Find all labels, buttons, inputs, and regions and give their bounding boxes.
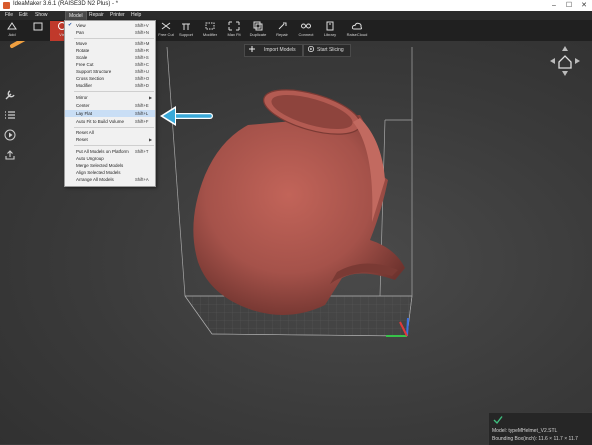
- start-slicing-label: Start Slicing: [317, 47, 344, 53]
- play-icon: [307, 45, 315, 53]
- toolbar-cube-button[interactable]: [26, 21, 50, 41]
- window-title: IdeaMaker 3.6.1 (RAISE3D N2 Plus) - *: [13, 1, 119, 7]
- menu-item-auto-ungroup[interactable]: Auto Ungroup: [65, 155, 155, 162]
- upload-icon[interactable]: [4, 149, 16, 161]
- menu-file[interactable]: File: [5, 12, 13, 18]
- orange-arrow: [10, 41, 26, 48]
- menu-repair[interactable]: Repair: [89, 12, 104, 18]
- menu-item-modifier[interactable]: Modifier Shift+D: [65, 82, 155, 89]
- app-icon: [3, 2, 10, 9]
- free-cut-icon: [161, 22, 171, 30]
- model-status-panel: Model: typeMHelmet_V2.STL Bounding Box(i…: [488, 412, 592, 445]
- menu-item-scale[interactable]: Scale Shift+S: [65, 54, 155, 61]
- menu-item-support-structure[interactable]: Support Structure Shift+U: [65, 68, 155, 75]
- toolbar-repair-button[interactable]: Repair: [270, 21, 294, 41]
- cube-icon: [33, 22, 43, 31]
- play-icon[interactable]: [4, 129, 16, 141]
- repair-icon: [278, 22, 287, 30]
- menu-item-pan[interactable]: Pan Shift+N: [65, 29, 155, 36]
- arrow-up-icon: [562, 46, 568, 51]
- cloud-icon: [351, 22, 363, 30]
- menu-item-align-selected[interactable]: Align Selected Models: [65, 169, 155, 176]
- menu-item-cross-section[interactable]: Cross Section Shift+O: [65, 75, 155, 82]
- duplicate-icon: [253, 21, 263, 31]
- connect-icon: [301, 23, 311, 29]
- menu-separator: [74, 145, 154, 146]
- checkmark-icon: ✔: [68, 22, 73, 28]
- toolbar-duplicate-button[interactable]: Duplicate: [246, 21, 270, 41]
- menu-item-reset[interactable]: Reset ▶: [65, 136, 155, 143]
- menu-item-center[interactable]: Center Shift+E: [65, 102, 155, 109]
- menu-item-merge-selected[interactable]: Merge Selected Models: [65, 162, 155, 169]
- menu-item-view[interactable]: ✔ View Shift+V: [65, 22, 155, 29]
- submenu-arrow-icon: ▶: [149, 137, 153, 142]
- add-model-icon: [7, 22, 17, 30]
- menu-printer[interactable]: Printer: [110, 12, 125, 18]
- toolbar-add-button[interactable]: Add: [0, 21, 24, 41]
- bounding-box: Bounding Box(inch): 11.6 × 11.7 × 11.7: [492, 436, 578, 442]
- checkmark-icon: [493, 416, 503, 425]
- menu-item-reset-all[interactable]: Reset All: [65, 129, 155, 136]
- menu-edit[interactable]: Edit: [19, 12, 28, 18]
- menu-item-mirror[interactable]: Mirror ▶: [65, 94, 155, 101]
- menu-item-lay-flat[interactable]: Lay Flat Shift+L: [65, 110, 155, 117]
- menu-separator: [74, 38, 154, 39]
- model-filename: Model: typeMHelmet_V2.STL: [492, 428, 558, 434]
- blue-arrow: [160, 106, 213, 126]
- toolbar-library-button[interactable]: Library: [318, 21, 342, 41]
- minimize-button[interactable]: –: [546, 0, 562, 11]
- maximize-button[interactable]: ☐: [561, 0, 577, 11]
- menu-item-arrange-all[interactable]: Arrange All Models Shift+A: [65, 176, 155, 183]
- submenu-arrow-icon: ▶: [149, 95, 153, 100]
- arrow-down-icon: [562, 71, 568, 76]
- menu-item-rotate[interactable]: Rotate Shift+R: [65, 47, 155, 54]
- import-models-label: Import Models: [264, 47, 296, 53]
- list-icon[interactable]: [4, 109, 16, 121]
- arrow-left-icon: [550, 58, 555, 64]
- menu-bar: File Edit Show Model Repair Printer Help: [0, 11, 592, 22]
- menu-separator: [74, 127, 154, 128]
- toolbar-raisecloud-button[interactable]: RaiseCloud: [342, 21, 372, 41]
- toolbar-max-fit-button[interactable]: Max Fit: [222, 21, 246, 41]
- close-button[interactable]: ✕: [576, 0, 592, 11]
- arrow-right-icon: [575, 58, 580, 64]
- menu-item-move[interactable]: Move Shift+M: [65, 40, 155, 47]
- toolbar-modifier-button[interactable]: Modifier: [198, 21, 222, 41]
- import-models-button[interactable]: Import Models: [244, 44, 303, 57]
- toolbar-connect-button[interactable]: Connect: [294, 21, 318, 41]
- menu-item-free-cut[interactable]: Free Cut Shift+C: [65, 61, 155, 68]
- max-fit-icon: [228, 21, 240, 31]
- toolbar-support-button[interactable]: Support: [174, 21, 198, 41]
- menu-separator: [74, 91, 154, 92]
- library-icon: [326, 21, 334, 31]
- start-slicing-button[interactable]: Start Slicing: [303, 44, 351, 57]
- plus-icon: [249, 46, 261, 52]
- menu-show[interactable]: Show: [35, 12, 48, 18]
- menu-item-put-all-on-platform[interactable]: Put All Models on Platform Shift+T: [65, 148, 155, 155]
- support-icon: [182, 23, 190, 30]
- home-icon: [558, 55, 572, 69]
- wrench-icon[interactable]: [4, 89, 16, 101]
- model-menu-dropdown: ✔ View Shift+V Pan Shift+N Move Shift+M …: [64, 20, 156, 187]
- helmet-model[interactable]: [193, 81, 405, 315]
- menu-help[interactable]: Help: [131, 12, 141, 18]
- modifier-icon: [205, 22, 215, 30]
- navigation-control[interactable]: [548, 44, 582, 78]
- menu-item-auto-fit[interactable]: Auto Fit to Build Volume Shift+F: [65, 118, 155, 125]
